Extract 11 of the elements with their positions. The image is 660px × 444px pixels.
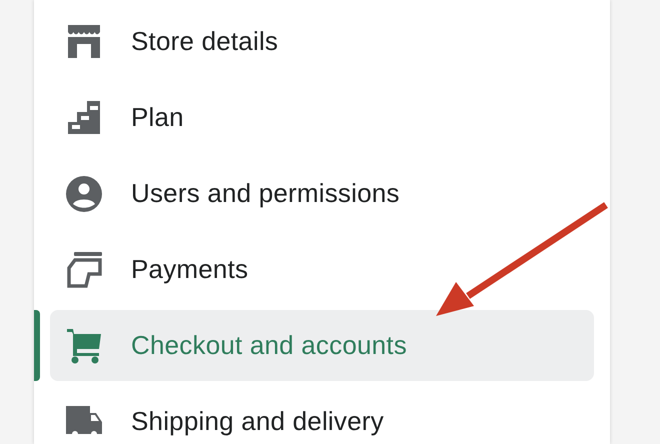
cart-icon (65, 326, 103, 364)
menu-item[interactable]: Shipping and delivery (50, 386, 594, 444)
steps-icon (65, 98, 103, 136)
menu-item[interactable]: Store details (50, 6, 594, 77)
user-icon (65, 174, 103, 212)
menu-item[interactable]: Users and permissions (50, 158, 594, 229)
credit-card-icon (65, 250, 103, 288)
selection-indicator (34, 310, 40, 381)
menu-item[interactable]: Plan (50, 82, 594, 153)
menu-item[interactable]: Payments (50, 234, 594, 305)
store-icon (65, 22, 103, 60)
